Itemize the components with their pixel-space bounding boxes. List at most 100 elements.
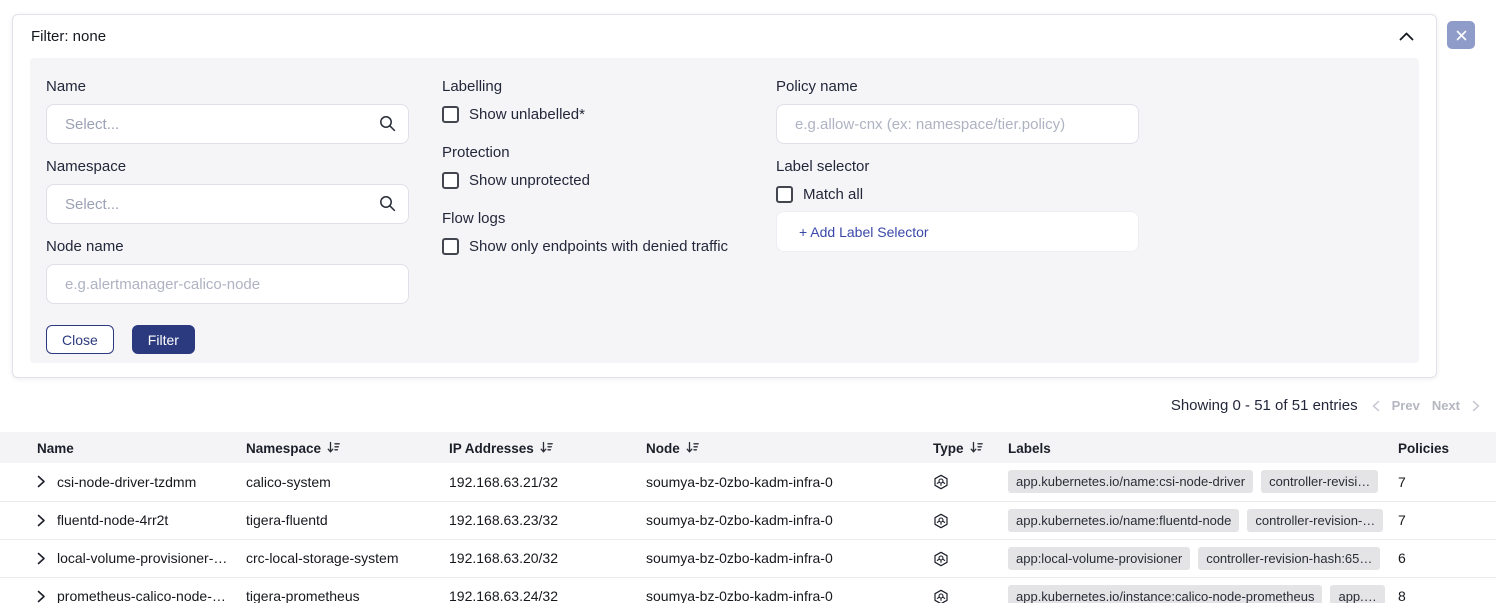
type-cell [920,577,995,603]
ip-addresses-cell: 192.168.63.24/32 [441,577,638,603]
label-chip: controller-revisi… [1261,470,1378,493]
policy-name-input[interactable] [776,104,1139,144]
namespace-field-label: Namespace [46,158,409,175]
filter-button[interactable]: Filter [132,325,195,354]
pod-type-icon [933,513,949,529]
entries-summary: Showing 0 - 51 of 51 entries [1171,397,1358,414]
search-icon [379,195,396,217]
pagination: Showing 0 - 51 of 51 entries Prev Next [1171,397,1480,414]
column-header-name: Name [0,432,238,463]
column-label: IP Addresses [449,440,534,455]
node-cell: soumya-bz-0zbo-kadm-infra-0 [638,501,920,539]
match-all-checkbox-row[interactable]: Match all [776,186,1139,203]
label-selector-heading: Label selector [776,158,1139,175]
pod-type-icon [933,474,949,490]
label-chip: app.kubernetes.io/name:csi-node-driver [1008,470,1253,493]
next-page-button[interactable]: Next [1432,398,1460,413]
show-unprotected-label: Show unprotected [469,172,590,189]
filter-panel-header: Filter: none [13,15,1436,58]
label-chip: controller-revision-hash:65… [1198,547,1380,570]
match-all-checkbox[interactable] [776,186,793,203]
endpoint-name: fluentd-node-4rr2t [57,512,168,528]
column-header-namespace[interactable]: Namespace [238,432,441,463]
sort-icon [540,441,553,454]
column-label: Namespace [246,440,321,455]
filter-panel-title: Filter: none [31,28,106,45]
show-unlabelled-checkbox-row[interactable]: Show unlabelled* [442,106,776,123]
column-label: Type [933,440,964,455]
name-select-input[interactable] [46,104,409,144]
node-cell: soumya-bz-0zbo-kadm-infra-0 [638,539,920,577]
policies-count-cell: 6 [1390,539,1496,577]
expand-row-chevron-icon[interactable] [37,590,46,603]
endpoint-name: prometheus-calico-node-… [57,588,226,603]
column-label: Node [646,440,680,455]
dismiss-filter-button[interactable] [1447,21,1475,49]
show-unprotected-checkbox-row[interactable]: Show unprotected [442,172,776,189]
denied-traffic-checkbox-row[interactable]: Show only endpoints with denied traffic [442,238,776,255]
expand-row-chevron-icon[interactable] [37,475,46,488]
name-field-label: Name [46,78,409,95]
table-row: fluentd-node-4rr2t tigera-fluentd192.168.… [0,501,1496,539]
type-cell [920,539,995,577]
labels-cell: app:local-volume-provisionercontroller-r… [995,539,1390,577]
type-cell [920,501,995,539]
show-unlabelled-checkbox[interactable] [442,106,459,123]
expand-row-chevron-icon[interactable] [37,552,46,565]
show-unlabelled-label: Show unlabelled* [469,106,585,123]
close-icon [1456,30,1467,41]
node-name-field-label: Node name [46,238,409,255]
table-row: csi-node-driver-tzdmmcalico-system192.16… [0,463,1496,501]
column-label: Policies [1398,440,1449,455]
column-header-node[interactable]: Node [638,432,920,463]
label-chip: app.kubernetes.io/name:fluentd-node [1008,509,1239,532]
match-all-label: Match all [803,186,863,203]
node-name-input[interactable] [46,264,409,304]
label-chip: controller-revision-… [1247,509,1383,532]
column-header-type[interactable]: Type [920,432,995,463]
column-header-policies: Policies [1390,432,1496,463]
table-row: prometheus-calico-node-… tigera-prometheu… [0,577,1496,603]
prev-page-button[interactable]: Prev [1392,398,1420,413]
label-chip: app.… [1330,585,1384,603]
column-label: Name [37,440,74,455]
labelling-heading: Labelling [442,78,776,95]
namespace-select-input[interactable] [46,184,409,224]
label-chip: app.kubernetes.io/instance:calico-node-p… [1008,585,1322,603]
policies-count-cell: 8 [1390,577,1496,603]
endpoint-name-cell: prometheus-calico-node-… [0,577,238,603]
denied-traffic-checkbox[interactable] [442,238,459,255]
labels-cell: app.kubernetes.io/instance:calico-node-p… [995,577,1390,603]
node-cell: soumya-bz-0zbo-kadm-infra-0 [638,463,920,501]
node-cell: soumya-bz-0zbo-kadm-infra-0 [638,577,920,603]
sort-icon [686,441,699,454]
endpoint-name: local-volume-provisioner-… [57,550,227,566]
show-unprotected-checkbox[interactable] [442,172,459,189]
chevron-left-icon[interactable] [1372,400,1380,412]
namespace-cell: tigera-prometheus [238,577,441,603]
labels-cell: app.kubernetes.io/name:fluentd-node contr… [995,501,1390,539]
endpoint-name-cell: local-volume-provisioner-… [0,539,238,577]
expand-row-chevron-icon[interactable] [37,514,46,527]
sort-icon [327,441,340,454]
search-icon [379,115,396,137]
denied-traffic-label: Show only endpoints with denied traffic [469,238,728,255]
pod-type-icon [933,589,949,603]
collapse-panel-button[interactable] [1395,28,1418,45]
flow-logs-heading: Flow logs [442,210,776,227]
add-label-selector-button[interactable]: + Add Label Selector [776,211,1139,252]
close-button[interactable]: Close [46,325,114,354]
labels-cell: app.kubernetes.io/name:csi-node-driver co… [995,463,1390,501]
endpoints-table: Name Namespace IP Addresses Node Type Labels P… [0,432,1496,603]
namespace-cell: crc-local-storage-system [238,539,441,577]
protection-heading: Protection [442,144,776,161]
pod-type-icon [933,551,949,567]
endpoint-name-cell: csi-node-driver-tzdmm [0,463,238,501]
chevron-right-icon[interactable] [1472,400,1480,412]
filter-panel: Filter: none Name Namespace Node name [12,14,1437,378]
column-header-labels: Labels [995,432,1390,463]
ip-addresses-cell: 192.168.63.23/32 [441,501,638,539]
column-header-ip-addresses[interactable]: IP Addresses [441,432,638,463]
namespace-cell: tigera-fluentd [238,501,441,539]
chevron-up-icon [1399,32,1414,41]
